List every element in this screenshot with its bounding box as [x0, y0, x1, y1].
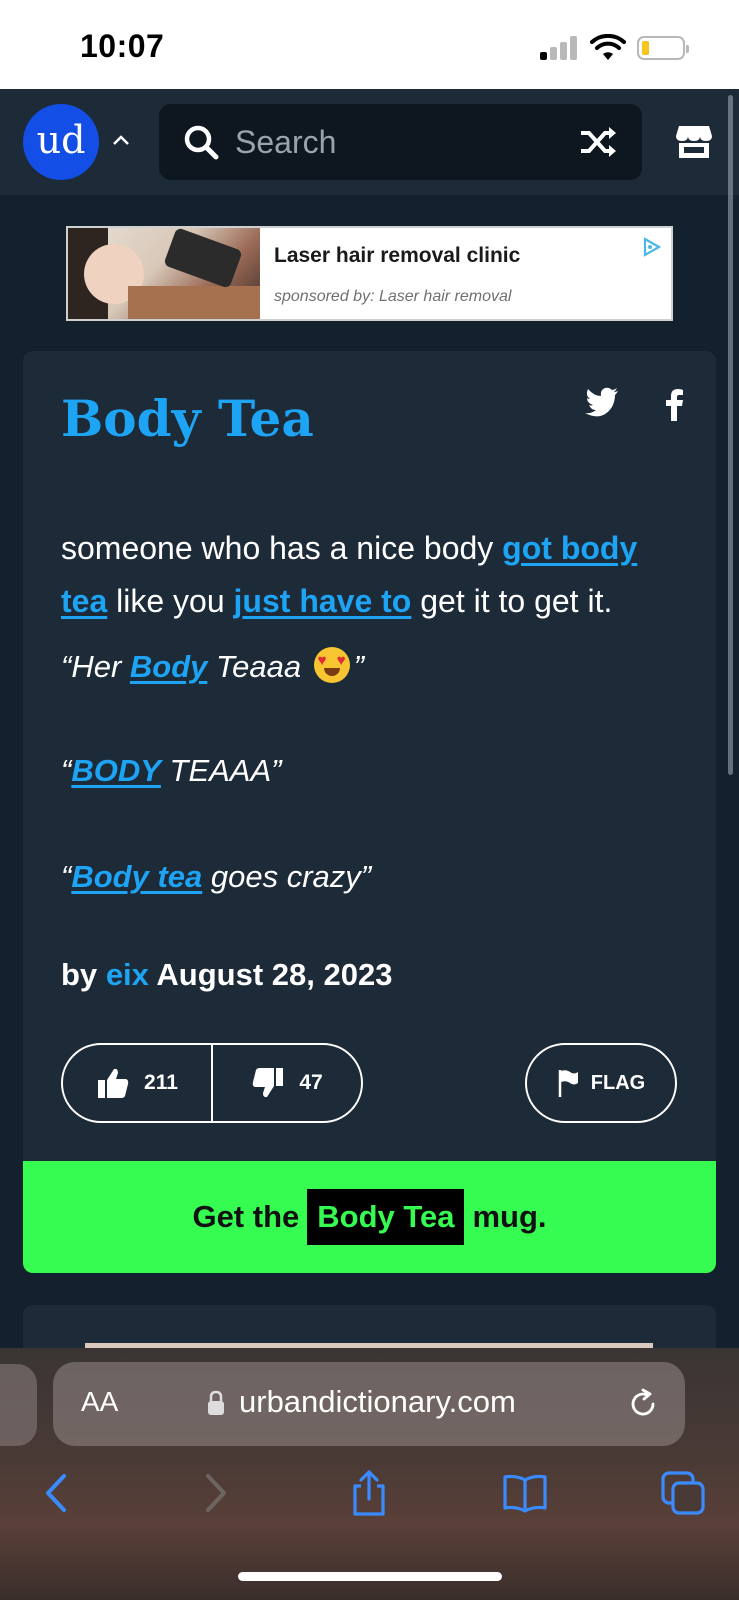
- flag-button[interactable]: FLAG: [525, 1043, 677, 1123]
- browser-toolbar: AA urbandictionary.com: [0, 1348, 739, 1600]
- example-text: “: [61, 859, 72, 894]
- back-icon[interactable]: [34, 1470, 80, 1516]
- previous-tab-preview[interactable]: [0, 1364, 37, 1446]
- example-line: “Body tea goes crazy”: [61, 859, 371, 895]
- example-text: goes crazy”: [202, 859, 372, 894]
- chevron-up-icon[interactable]: [112, 133, 130, 147]
- definition-card: Body Tea someone who has a nice body got…: [23, 351, 716, 1273]
- shuffle-icon[interactable]: [579, 124, 619, 160]
- adchoices-icon[interactable]: [641, 236, 663, 258]
- flag-label: FLAG: [590, 1071, 646, 1094]
- ad-image: [68, 228, 260, 319]
- wifi-icon: [590, 34, 626, 60]
- mug-prefix: Get the: [192, 1199, 300, 1234]
- lock-icon: [208, 1390, 224, 1415]
- entry-date: August 28, 2023: [156, 957, 393, 992]
- example-line: “BODY TEAAA”: [61, 753, 282, 789]
- search-input[interactable]: [235, 118, 555, 166]
- meaning-text: like you: [107, 583, 234, 619]
- thumbs-up-icon: [98, 1068, 129, 1098]
- example-link[interactable]: Body: [130, 649, 208, 684]
- by-label: by: [61, 957, 98, 992]
- example-line: “Her Body Teaaa ”: [61, 647, 364, 685]
- example-text: “: [61, 753, 72, 788]
- example-text: ”: [353, 649, 364, 684]
- word-title[interactable]: Body Tea: [61, 389, 314, 448]
- vote-group: 211 47: [61, 1043, 363, 1123]
- example-link[interactable]: BODY: [71, 753, 161, 788]
- ad-title[interactable]: Laser hair removal clinic: [274, 244, 520, 268]
- top-navigation: ud: [0, 89, 739, 195]
- reload-icon[interactable]: [627, 1388, 659, 1420]
- mug-suffix: mug.: [472, 1199, 547, 1234]
- share-icon[interactable]: [346, 1470, 392, 1516]
- ad-sponsor: sponsored by: Laser hair removal: [274, 288, 512, 305]
- twitter-icon[interactable]: [585, 387, 619, 417]
- definition-meaning: someone who has a nice body got body tea…: [61, 522, 661, 628]
- downvote-button[interactable]: 47: [213, 1045, 361, 1121]
- search-bar[interactable]: [159, 104, 642, 180]
- heart-eyes-emoji-icon: [313, 647, 350, 683]
- thumbs-down-icon: [253, 1068, 284, 1098]
- address-bar[interactable]: AA urbandictionary.com: [53, 1362, 685, 1446]
- example-text: “Her: [61, 649, 130, 684]
- status-time: 10:07: [80, 28, 165, 64]
- mug-promo[interactable]: Get the Body Tea mug.: [23, 1161, 716, 1273]
- aa-label: AA: [81, 1386, 119, 1417]
- store-icon[interactable]: [675, 124, 713, 160]
- ud-logo[interactable]: ud: [23, 104, 99, 180]
- tabs-icon[interactable]: [660, 1470, 706, 1516]
- reader-settings-button[interactable]: AA: [81, 1386, 118, 1418]
- meaning-text: someone who has a nice body: [61, 530, 503, 566]
- downvote-count: 47: [299, 1071, 323, 1094]
- example-link[interactable]: Body tea: [71, 859, 202, 894]
- meaning-text: get it to get it.: [411, 583, 613, 619]
- forward-icon[interactable]: [192, 1470, 238, 1516]
- status-bar: 10:07: [0, 0, 739, 89]
- example-text: Teaaa: [207, 649, 310, 684]
- url-text: urbandictionary.com: [239, 1384, 516, 1419]
- mug-word: Body Tea: [307, 1189, 465, 1245]
- ad-banner[interactable]: Laser hair removal clinic sponsored by: …: [66, 226, 673, 321]
- upvote-button[interactable]: 211: [63, 1045, 211, 1121]
- home-indicator[interactable]: [238, 1572, 502, 1581]
- author-link[interactable]: eix: [106, 957, 149, 992]
- search-icon: [184, 125, 219, 160]
- battery-icon: [637, 36, 689, 60]
- bookmarks-icon[interactable]: [502, 1470, 548, 1516]
- flag-icon: [558, 1070, 578, 1097]
- facebook-icon[interactable]: [663, 387, 685, 421]
- upvote-count: 211: [144, 1071, 178, 1094]
- author-line: by eix August 28, 2023: [61, 957, 392, 993]
- example-text: TEAAA”: [160, 753, 282, 788]
- cellular-signal-icon: [540, 36, 578, 60]
- meaning-link[interactable]: just have to: [234, 583, 412, 619]
- page-scrollbar[interactable]: [728, 95, 733, 775]
